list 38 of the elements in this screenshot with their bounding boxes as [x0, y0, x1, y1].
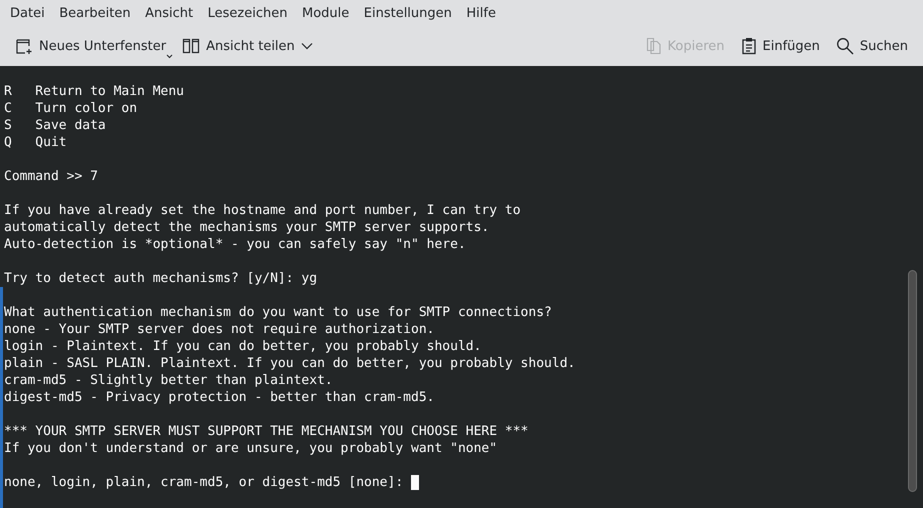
menu-item[interactable]: Lesezeichen [200, 6, 294, 21]
clipboard-icon [740, 37, 756, 56]
copy-icon [646, 37, 662, 56]
caret-icon [166, 54, 174, 60]
terminal-line: Try to detect auth mechanisms? [y/N]: yg [4, 270, 318, 287]
terminal-line: Q Quit [4, 134, 68, 151]
caret-icon [300, 42, 313, 50]
terminal-line: login - Plaintext. If you can do better, you probably should. [4, 338, 482, 355]
new-window-icon [15, 37, 33, 56]
toolbar-button[interactable]: Ansicht teilen [175, 33, 320, 60]
terminal-line: What authentication mechanism do you want to use for SMTP connections? [4, 304, 553, 321]
menu-item[interactable]: Datei [3, 6, 52, 21]
scrollbar-thumb[interactable] [908, 270, 917, 492]
menu-item[interactable]: Bearbeiten [52, 6, 138, 21]
terminal-line: Auto-detection is *optional* - you can safely say "n" here. [4, 236, 467, 253]
toolbar-button[interactable]: Einfügen [734, 33, 827, 60]
text-cursor [411, 475, 420, 490]
menu-item[interactable]: Ansicht [138, 6, 200, 21]
terminal-line: If you have already set the hostname and port number, I can try to [4, 202, 522, 219]
terminal-line: S Save data [4, 117, 107, 134]
toolbar-button[interactable]: Neues Unterfenster [8, 33, 174, 60]
terminal-line: Command >> 7 [4, 168, 99, 185]
menu-item[interactable]: Einstellungen [356, 6, 459, 21]
terminal-line: digest-md5 - Privacy protection - better than cram-md5. [4, 389, 436, 406]
terminal-line: *** YOUR SMTP SERVER MUST SUPPORT THE MECHANISM YOU CHOOSE HERE *** [4, 423, 530, 440]
terminal-line: none - Your SMTP server does not require authorization. [4, 321, 436, 338]
terminal-prompt: none, login, plain, cram-md5, or digest-md5 [none]: [4, 474, 404, 491]
terminal-line: automatically detect the mechanisms your SMTP server supports. [4, 219, 490, 236]
terminal-line: R Return to Main Menu [4, 83, 186, 100]
split-view-icon [182, 37, 200, 56]
terminal-line: plain - SASL PLAIN. Plaintext. If you can do better, you probably should. [4, 355, 576, 372]
menu-item[interactable]: Hilfe [459, 6, 503, 21]
menu-item[interactable]: Module [294, 6, 356, 21]
terminal-line: cram-md5 - Slightly better than plaintext. [4, 372, 334, 389]
terminal-line: If you don't understand or are unsure, you probably want "none" [4, 440, 498, 457]
toolbar-button[interactable]: Suchen [828, 33, 915, 60]
search-icon [836, 37, 854, 56]
terminal-line: C Turn color on [4, 100, 138, 117]
